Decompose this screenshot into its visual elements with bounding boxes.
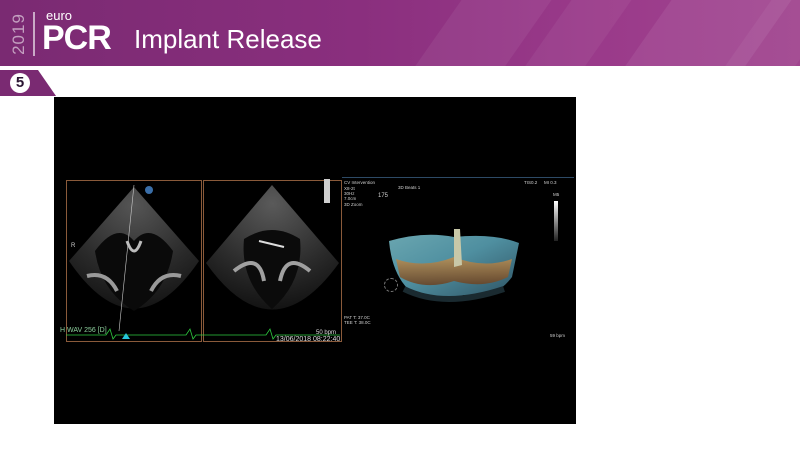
mode-label: CV Intervention [344,180,376,185]
gray-scale-bar [554,201,558,241]
logo-divider [33,12,35,56]
echo-3d-rendering [389,229,519,302]
tis-value: TIS0.2 [524,180,538,185]
step-number-badge: 5 [10,73,30,93]
logo-main: PCR [42,19,112,57]
timestamp: 13/06/2018 08:22:40 [276,336,341,343]
header-line-4: 3D Zoom [344,202,363,207]
depth-indicator [324,179,330,203]
page-title: Implant Release [134,24,322,54]
scale-label: M5 [553,192,560,197]
year-label: 2019 [9,13,28,55]
echo-2d-image-right [206,185,339,310]
beats-label: 3D Beats 1 [398,185,421,190]
echo-2d-panel-left: R [66,180,202,342]
header-banner: 2019 euro PCR Implant Release [0,0,800,66]
angle-value: 175 [378,193,389,199]
echo-2d-panel-right [203,180,342,342]
side-marker-r: R [71,243,76,249]
orientation-indicator [384,278,398,292]
echo-video-frame[interactable]: R H WAV 256 [D] 50 bpm 13/06/2018 08:22:… [54,97,576,424]
temp-line-2: TEE T: 38.0C [344,320,371,325]
heart-rate-right: 59 bpm [550,333,566,338]
header-line-3: 7.0cm [344,196,357,201]
echo-3d-panel: CV Intervention X8-2t 30Hz 7.0cm 3D Zoom… [342,177,574,352]
mi-value: MI 0.3 [544,180,557,185]
echo-2d-image-left: R [69,184,199,332]
ecg-label: H WAV 256 [D] [60,327,107,334]
